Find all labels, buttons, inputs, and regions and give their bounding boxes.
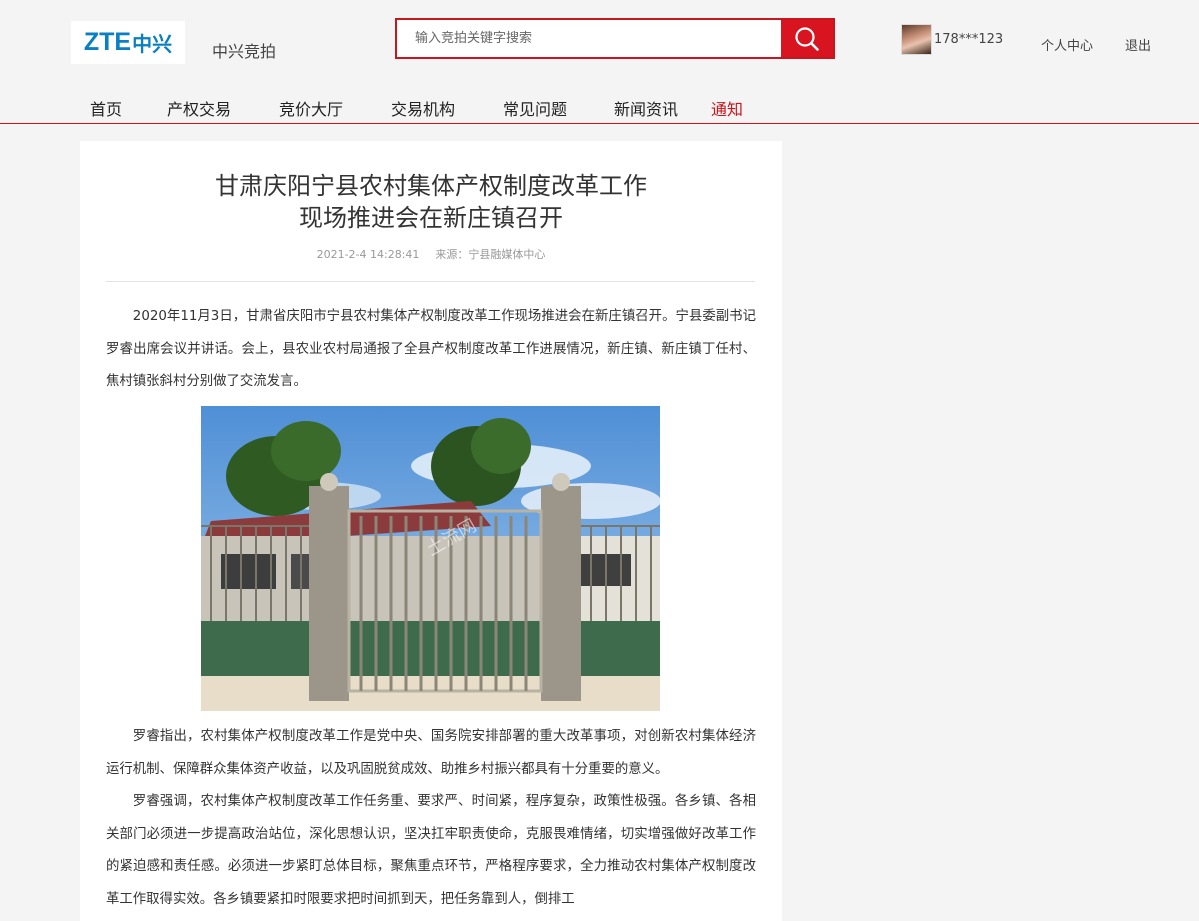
nav-property-trading[interactable]: 产权交易 (167, 96, 231, 120)
logo-cn: 中兴 (132, 34, 173, 56)
main-nav: 首页 产权交易 竞价大厅 交易机构 常见问题 新闻资讯 通知 (0, 96, 1199, 120)
site-name: 中兴竞拍 (212, 42, 277, 61)
article-meta: 2021-2-4 14:28:41 来源：宁县融媒体中心 (80, 246, 782, 262)
gate-photo-illustration: 土流网 (201, 406, 660, 711)
logout-link[interactable]: 退出 (1125, 35, 1151, 54)
article-title: 甘肃庆阳宁县农村集体产权制度改革工作 现场推进会在新庄镇召开 (80, 170, 782, 234)
site-header: ZTE中兴 中兴竞拍 178***123 个人中心 退出 首页 产权交易 竞价大… (0, 0, 1199, 124)
article-card: 甘肃庆阳宁县农村集体产权制度改革工作 现场推进会在新庄镇召开 2021-2-4 … (80, 141, 782, 921)
article-paragraph-3: 罗睿强调，农村集体产权制度改革工作任务重、要求严、时间紧，程序复杂，政策性极强。… (106, 794, 756, 907)
user-info[interactable]: 178***123 (901, 23, 1003, 55)
article-datetime: 2021-2-4 14:28:41 (316, 248, 420, 261)
article-title-line-2: 现场推进会在新庄镇召开 (299, 204, 563, 232)
divider (106, 281, 755, 282)
search-input[interactable] (397, 20, 781, 57)
logo-latin: ZTE (83, 28, 132, 56)
article-title-line-1: 甘肃庆阳宁县农村集体产权制度改革工作 (215, 172, 647, 200)
nav-bidding-hall[interactable]: 竞价大厅 (279, 96, 343, 120)
search-box (395, 18, 835, 59)
personal-center-link[interactable]: 个人中心 (1041, 35, 1093, 54)
article-source: 来源：宁县融媒体中心 (435, 248, 546, 261)
article-paragraph-1: 2020年11月3日，甘肃省庆阳市宁县农村集体产权制度改革工作现场推进会在新庄镇… (106, 309, 756, 389)
avatar[interactable] (901, 23, 932, 55)
nav-trading-institutions[interactable]: 交易机构 (391, 96, 455, 120)
article-paragraph-2: 罗睿指出，农村集体产权制度改革工作是党中央、国务院安排部署的重大改革事项，对创新… (106, 729, 756, 777)
search-button[interactable] (781, 20, 833, 57)
username[interactable]: 178***123 (934, 32, 1003, 47)
article-photo: 土流网 (201, 406, 660, 711)
nav-notice[interactable]: 通知 (711, 96, 743, 120)
search-icon (795, 26, 819, 51)
nav-home[interactable]: 首页 (90, 96, 122, 120)
nav-news[interactable]: 新闻资讯 (614, 96, 678, 120)
nav-faq[interactable]: 常见问题 (503, 96, 567, 120)
zte-logo[interactable]: ZTE 中兴 (71, 21, 185, 64)
